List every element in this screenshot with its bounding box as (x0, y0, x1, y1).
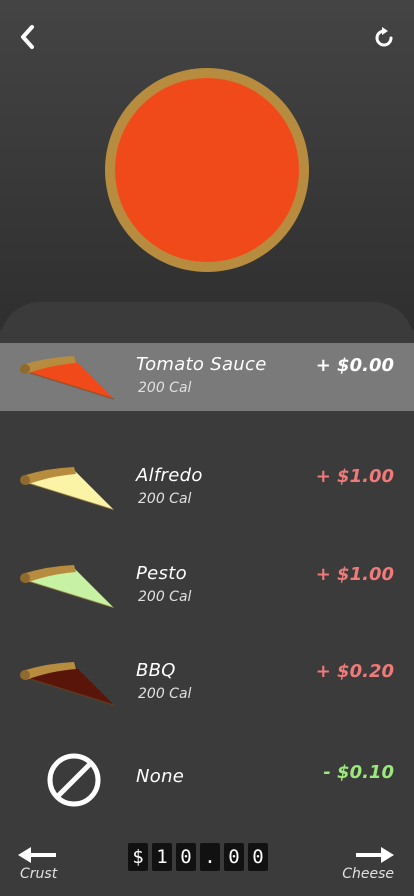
sauce-price: + $1.00 (315, 564, 394, 585)
sauce-name: None (136, 766, 185, 787)
next-step-label: Cheese (342, 866, 394, 882)
back-button[interactable] (10, 19, 46, 55)
total-digit: $ (128, 843, 148, 871)
sauce-name: Tomato Sauce (136, 354, 267, 375)
reset-button[interactable] (366, 20, 402, 56)
sauce-option-pesto[interactable]: Pesto 200 Cal + $1.00 (0, 552, 414, 620)
arrow-left-icon (18, 847, 56, 863)
sauce-price: + $0.20 (315, 661, 394, 682)
sauce-calories: 200 Cal (138, 686, 192, 702)
total-digit: 1 (152, 843, 172, 871)
sauce-calories: 200 Cal (138, 491, 192, 507)
sauce-price: - $0.10 (323, 762, 394, 783)
footer-bar: Crust $ 1 0 . 0 0 Cheese (0, 830, 414, 896)
arrow-right-icon (356, 847, 394, 863)
sauce-name: Pesto (136, 563, 187, 584)
pizza-sauce-layer (115, 78, 299, 262)
total-digit: 0 (176, 843, 196, 871)
sauce-option-bbq[interactable]: BBQ 200 Cal + $0.20 (0, 649, 414, 717)
pizza-preview (105, 68, 309, 272)
next-step-button[interactable]: Cheese (336, 838, 396, 886)
sauce-option-alfredo[interactable]: Alfredo 200 Cal + $1.00 (0, 454, 414, 522)
alfredo-slice-icon (20, 467, 115, 511)
refresh-icon (375, 27, 393, 47)
sauce-calories: 200 Cal (138, 589, 192, 605)
order-total: $ 1 0 . 0 0 (128, 843, 268, 871)
sauce-option-none[interactable]: None - $0.10 (0, 746, 414, 814)
sauce-price: + $0.00 (315, 355, 394, 376)
tomato-slice-icon (20, 356, 115, 400)
sauce-name: BBQ (136, 660, 176, 681)
sauce-price: + $1.00 (315, 466, 394, 487)
pesto-slice-icon (20, 565, 115, 609)
sauce-name: Alfredo (136, 465, 203, 486)
sauce-calories: 200 Cal (138, 380, 192, 396)
total-digit: 0 (248, 843, 268, 871)
chevron-left-icon (21, 25, 34, 49)
prev-step-button[interactable]: Crust (18, 838, 78, 886)
no-sauce-icon (47, 753, 101, 807)
total-digit: . (200, 843, 220, 871)
pizza-preview-area (0, 0, 414, 330)
prev-step-label: Crust (20, 866, 58, 882)
total-digit: 0 (224, 843, 244, 871)
bbq-slice-icon (20, 662, 115, 706)
sauce-option-tomato[interactable]: Tomato Sauce 200 Cal + $0.00 (0, 343, 414, 411)
